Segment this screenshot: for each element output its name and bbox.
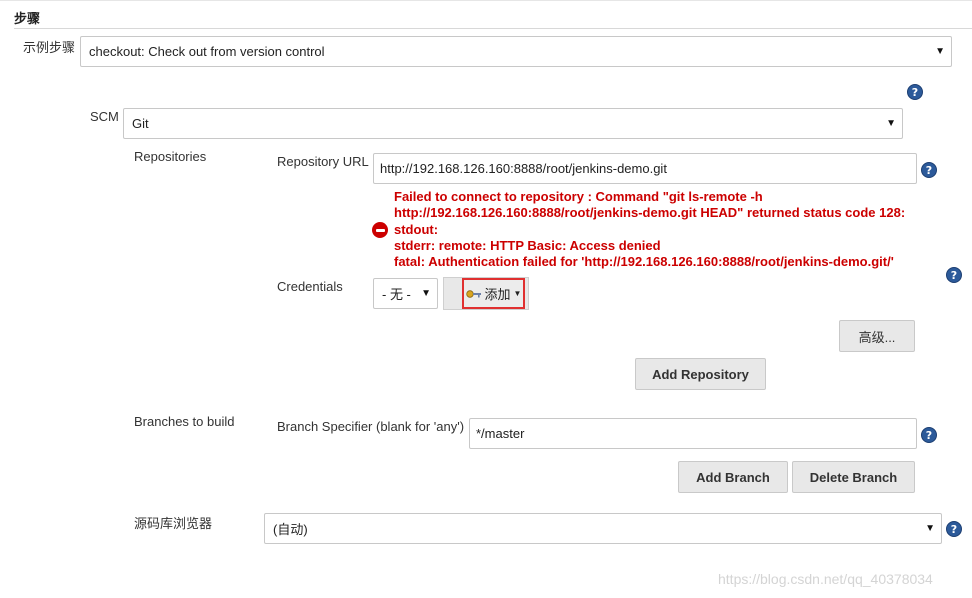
credentials-select[interactable]: - 无 - ▼ [373,278,438,309]
add-credentials-label: 添加 [484,287,511,302]
sample-step-value: checkout: Check out from version control [89,44,325,59]
section-title: 步骤 [14,11,41,26]
scm-value: Git [132,116,149,131]
error-line: stdout: [394,221,439,237]
branch-specifier-label: Branch Specifier (blank for 'any') [277,419,465,434]
section-divider [14,28,972,29]
chevron-down-icon: ▼ [886,118,896,129]
scm-label: SCM [90,109,119,124]
sample-step-select[interactable]: checkout: Check out from version control… [80,36,952,67]
repository-error-message: Failed to connect to repository : Comman… [394,189,934,270]
advanced-button[interactable]: 高级... [839,320,915,352]
add-repository-button[interactable]: Add Repository [635,358,766,390]
error-line: http://192.168.126.160:8888/root/jenkins… [394,205,906,221]
repository-browser-value: (自动) [273,522,308,537]
repository-url-label: Repository URL [277,154,369,169]
key-icon [465,289,482,299]
add-credentials-button[interactable]: 添加 ▼ [462,278,525,309]
help-icon[interactable]: ? [946,267,962,283]
repository-url-input[interactable]: http://192.168.126.160:8888/root/jenkins… [373,153,917,184]
branches-label: Branches to build [134,414,235,429]
repository-browser-label: 源码库浏览器 [134,516,213,531]
help-icon[interactable]: ? [921,427,937,443]
delete-branch-button[interactable]: Delete Branch [792,461,915,493]
help-icon[interactable]: ? [946,521,962,537]
chevron-down-icon: ▼ [935,46,945,57]
branch-specifier-input[interactable]: */master [469,418,917,449]
watermark: https://blog.csdn.net/qq_40378034 [718,571,933,587]
scm-select[interactable]: Git ▼ [123,108,903,139]
credentials-label: Credentials [277,279,343,294]
error-line: fatal: Authentication failed for 'http:/… [394,254,894,270]
add-branch-button[interactable]: Add Branch [678,461,788,493]
sample-step-label: 示例步骤 [23,40,76,55]
error-icon [372,222,388,238]
repository-browser-select[interactable]: (自动) ▼ [264,513,942,544]
error-line: Failed to connect to repository : Comman… [394,189,763,204]
error-line: stderr: remote: HTTP Basic: Access denie… [394,237,661,253]
chevron-down-icon: ▼ [421,288,431,299]
top-divider [0,0,972,1]
chevron-down-icon: ▼ [925,523,935,534]
repositories-label: Repositories [134,149,207,164]
help-icon[interactable]: ? [921,162,937,178]
help-icon[interactable]: ? [907,84,923,100]
caret-down-icon: ▼ [513,289,522,298]
credentials-value: - 无 - [382,287,411,302]
